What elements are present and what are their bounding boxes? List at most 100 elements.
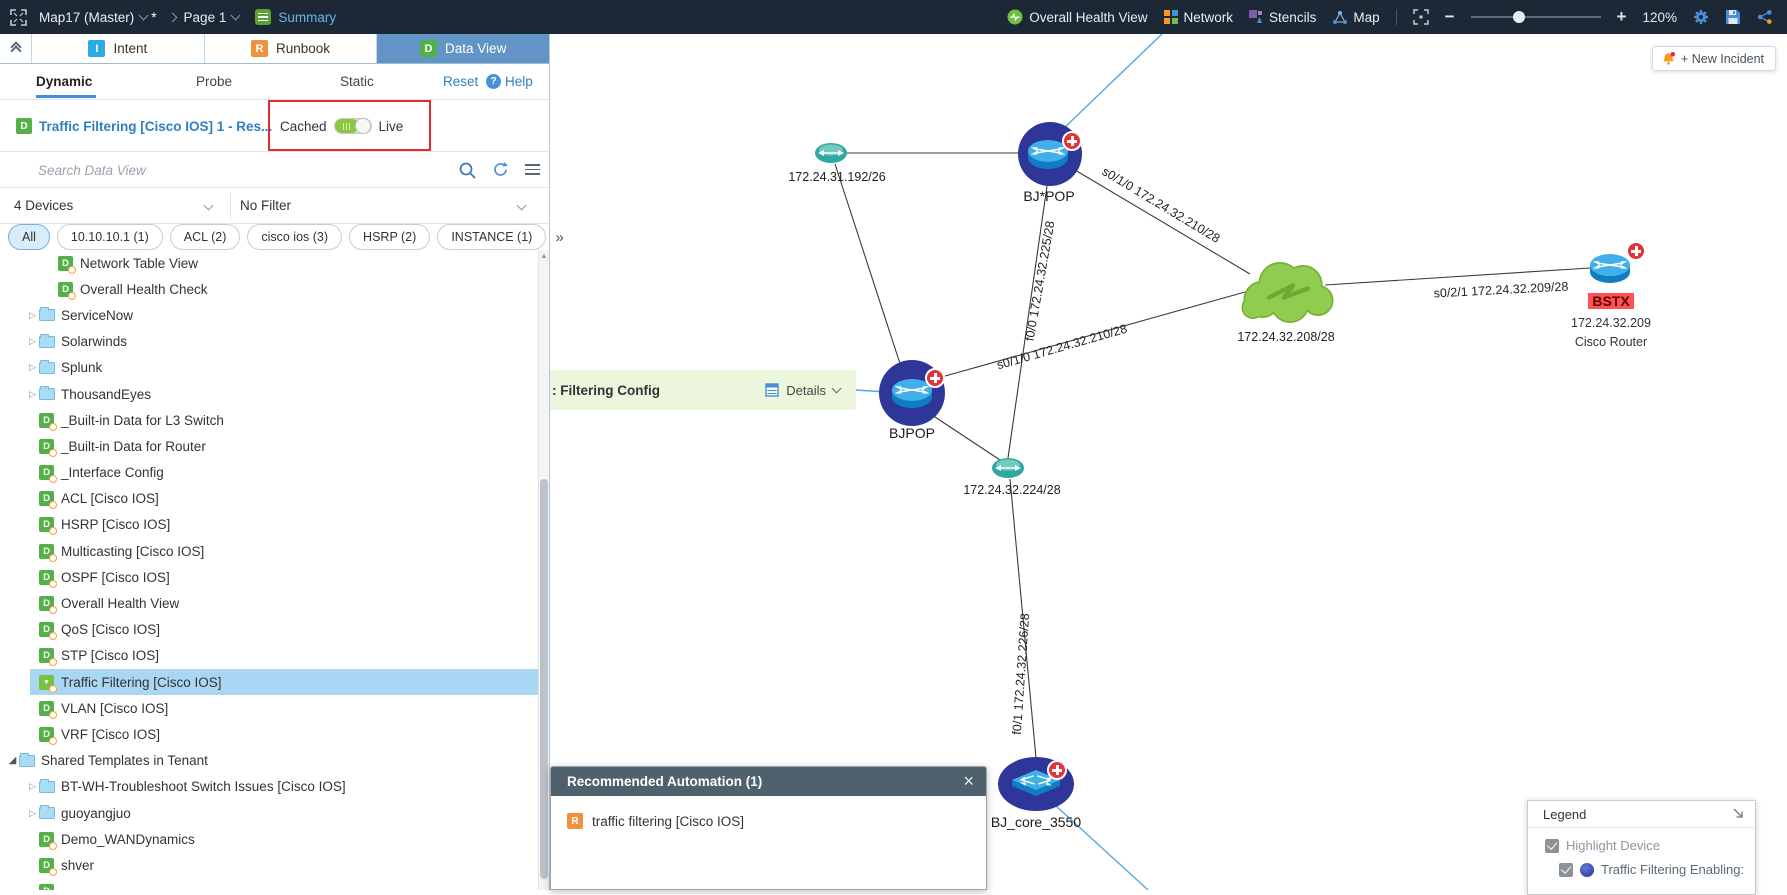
tree-item[interactable]: DOverall Health View	[0, 590, 538, 616]
map-button[interactable]: Map	[1332, 10, 1379, 25]
tree-folder[interactable]: ▷ServiceNow	[0, 302, 538, 328]
device-label[interactable]: BSTX	[1541, 293, 1681, 309]
tree-item[interactable]: Dshver	[0, 852, 538, 878]
zoom-slider[interactable]	[1471, 16, 1601, 18]
toggle-knob[interactable]	[355, 118, 371, 134]
tab-intent[interactable]: I Intent	[32, 34, 205, 63]
tree-item[interactable]: DNetwork Table View	[0, 250, 538, 276]
tree-folder[interactable]: ▷BT-WH-Troubleshoot Switch Issues [Cisco…	[0, 774, 538, 800]
share-button[interactable]	[1757, 9, 1773, 25]
more-chips-button[interactable]: »	[555, 229, 563, 246]
map-canvas[interactable]: 172.24.31.192/26 s0/1/0 172.24.32.210/28…	[550, 34, 1787, 890]
subtab-probe[interactable]: Probe	[196, 74, 232, 89]
close-icon[interactable]: ×	[963, 771, 974, 792]
zoom-in-button[interactable]: +	[1617, 10, 1627, 24]
applied-data-view-link[interactable]: Traffic Filtering [Cisco IOS] 1 - Res...	[39, 119, 272, 134]
chip-acl[interactable]: ACL (2)	[170, 224, 241, 250]
filter-dropdown[interactable]: No Filter	[240, 198, 291, 213]
tree-item[interactable]: D_Built-in Data for L3 Switch	[0, 407, 538, 433]
chip-instance[interactable]: INSTANCE (1)	[437, 224, 546, 250]
chevron-expanded-icon[interactable]: ◢	[6, 755, 19, 766]
data-view-config-bar[interactable]: : Filtering Config Details	[550, 370, 856, 410]
network-button[interactable]: Network	[1164, 10, 1234, 25]
zoom-out-button[interactable]: −	[1445, 10, 1455, 24]
chevron-down-icon[interactable]	[832, 384, 842, 394]
subtab-static[interactable]: Static	[340, 74, 374, 89]
tree-item[interactable]: DOSPF [Cisco IOS]	[0, 564, 538, 590]
chevron-right-icon[interactable]: ▷	[26, 781, 39, 792]
details-button[interactable]: Details	[765, 383, 856, 398]
tree-scrollbar[interactable]: ▲	[538, 250, 549, 890]
tab-data-view[interactable]: D Data View	[377, 34, 549, 63]
traffic-filtering-checkbox[interactable]	[1559, 863, 1573, 877]
collapse-panel-button[interactable]	[0, 34, 32, 63]
chevron-right-icon[interactable]: ▷	[26, 362, 39, 373]
tree-folder[interactable]: ▷ThousandEyes	[0, 381, 538, 407]
page-selector[interactable]: Page 1	[184, 10, 240, 25]
tab-runbook[interactable]: R Runbook	[205, 34, 378, 63]
settings-button[interactable]	[1693, 9, 1709, 25]
search-input[interactable]	[38, 158, 418, 182]
chevron-right-icon[interactable]: ▷	[26, 389, 39, 400]
search-button[interactable]	[458, 161, 477, 185]
tree-item[interactable]: D_Interface Config	[0, 460, 538, 486]
lan-segment-icon[interactable]	[814, 142, 848, 164]
scroll-up-arrow[interactable]: ▲	[539, 253, 549, 260]
chevron-down-icon[interactable]	[204, 201, 214, 211]
cached-live-toggle[interactable]	[334, 118, 372, 134]
chevron-right-icon[interactable]: ▷	[26, 336, 39, 347]
save-button[interactable]	[1725, 9, 1741, 25]
chevron-down-icon[interactable]	[517, 201, 527, 211]
alert-badge[interactable]	[1047, 760, 1067, 780]
tree-item[interactable]: DVLAN [Cisco IOS]	[0, 695, 538, 721]
tree-folder[interactable]: ▷guoyangjuo	[0, 800, 538, 826]
lan-segment-icon[interactable]	[991, 457, 1025, 479]
subtab-dynamic[interactable]: Dynamic	[36, 74, 92, 89]
device-label[interactable]: BJ_core_3550	[966, 814, 1106, 830]
map-title-selector[interactable]: Map17 (Master)	[39, 10, 147, 25]
devices-dropdown[interactable]: 4 Devices	[14, 198, 73, 213]
stencils-button[interactable]: Stencils	[1249, 10, 1316, 25]
tree-item-partial[interactable]: D	[0, 879, 538, 891]
highlight-device-checkbox[interactable]	[1545, 839, 1559, 853]
automation-item[interactable]: R traffic filtering [Cisco IOS]	[551, 796, 986, 829]
summary-button[interactable]: Summary	[278, 10, 336, 25]
tree-item[interactable]: DSTP [Cisco IOS]	[0, 643, 538, 669]
alert-badge[interactable]	[925, 368, 945, 388]
tree-folder-expanded[interactable]: ◢Shared Templates in Tenant	[0, 748, 538, 774]
cloud-icon[interactable]	[1235, 251, 1335, 323]
overall-health-view-button[interactable]: Overall Health View	[1007, 9, 1147, 25]
fit-to-screen-button[interactable]	[1413, 9, 1429, 25]
refresh-button[interactable]	[492, 161, 509, 183]
reset-button[interactable]: Reset	[443, 74, 478, 89]
chip-cisco-ios[interactable]: cisco ios (3)	[247, 224, 342, 250]
view-options-button[interactable]	[525, 164, 540, 178]
help-button[interactable]: Help	[505, 74, 533, 89]
chip-ip[interactable]: 10.10.10.1 (1)	[57, 224, 163, 250]
tree-item-selected[interactable]: ▼Traffic Filtering [Cisco IOS]	[30, 669, 538, 695]
expand-map-icon[interactable]	[10, 9, 27, 26]
panel-header[interactable]: Recommended Automation (1) ×	[551, 767, 986, 796]
new-incident-button[interactable]: + New Incident	[1652, 46, 1776, 71]
chip-all[interactable]: All	[8, 224, 50, 250]
chip-hsrp[interactable]: HSRP (2)	[349, 224, 430, 250]
help-icon[interactable]: ?	[486, 74, 501, 89]
expand-legend-icon[interactable]	[1731, 806, 1745, 823]
tree-item[interactable]: DACL [Cisco IOS]	[0, 486, 538, 512]
scrollbar-thumb[interactable]	[540, 479, 548, 879]
tree-item[interactable]: DVRF [Cisco IOS]	[0, 721, 538, 747]
tree-item[interactable]: DOverall Health Check	[0, 276, 538, 302]
alert-badge[interactable]	[1062, 131, 1082, 151]
tree-item[interactable]: DHSRP [Cisco IOS]	[0, 512, 538, 538]
alert-badge[interactable]	[1626, 241, 1646, 261]
chevron-right-icon[interactable]: ▷	[26, 310, 39, 321]
zoom-slider-handle[interactable]	[1513, 11, 1525, 23]
tree-item[interactable]: DDemo_WANDynamics	[0, 826, 538, 852]
device-label[interactable]: BJ*POP	[999, 188, 1099, 204]
tree-folder[interactable]: ▷Solarwinds	[0, 329, 538, 355]
tree-item[interactable]: DMulticasting [Cisco IOS]	[0, 538, 538, 564]
chevron-right-icon[interactable]: ▷	[26, 808, 39, 819]
device-label[interactable]: BJPOP	[862, 425, 962, 441]
tree-item[interactable]: DQoS [Cisco IOS]	[0, 617, 538, 643]
tree-folder[interactable]: ▷Splunk	[0, 355, 538, 381]
